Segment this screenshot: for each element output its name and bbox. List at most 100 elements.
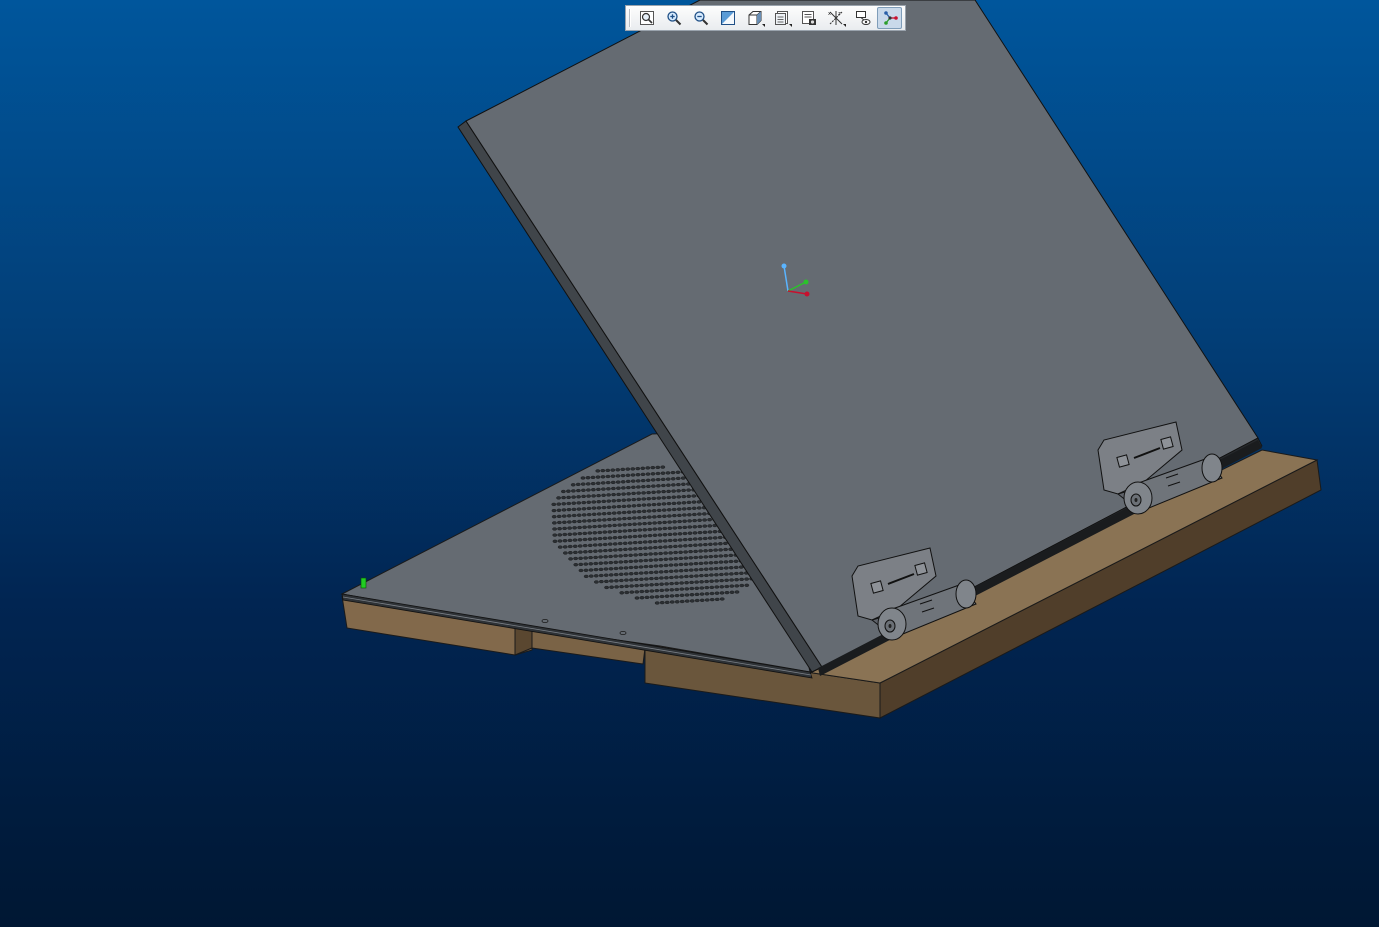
vent-hole xyxy=(712,530,718,534)
vent-hole xyxy=(684,593,690,597)
vent-hole xyxy=(724,572,729,576)
vent-hole xyxy=(633,565,639,569)
vent-hole xyxy=(587,537,593,541)
vent-hole xyxy=(654,601,660,605)
vent-hole xyxy=(581,494,586,498)
vent-hole xyxy=(679,581,684,585)
vent-hole xyxy=(629,584,634,588)
vent-hole xyxy=(595,469,601,473)
vent-hole xyxy=(615,468,621,472)
vent-hole xyxy=(596,506,602,510)
vent-hole xyxy=(698,549,703,553)
vent-hole xyxy=(644,589,650,593)
view-manager-icon xyxy=(801,11,816,25)
vent-hole xyxy=(556,514,562,518)
vent-hole xyxy=(583,574,589,578)
vent-hole xyxy=(638,559,644,563)
vent-hole xyxy=(660,477,666,481)
vent-hole xyxy=(635,479,641,483)
vent-hole xyxy=(597,536,603,541)
vent-hole xyxy=(679,575,684,579)
vent-hole xyxy=(659,576,664,580)
vent-hole xyxy=(646,491,651,495)
zoom-out-icon xyxy=(693,11,708,26)
vent-hole xyxy=(681,488,686,492)
vent-hole xyxy=(618,566,624,570)
vent-hole xyxy=(643,552,648,556)
vent-hole xyxy=(649,583,654,587)
vent-hole xyxy=(636,510,642,514)
vent-hole xyxy=(618,572,624,576)
vent-hole xyxy=(679,599,685,604)
model-scene[interactable] xyxy=(0,0,1379,927)
vent-hole xyxy=(672,538,678,542)
zoom-out-button[interactable] xyxy=(688,7,713,29)
vent-hole xyxy=(618,548,623,552)
vent-hole xyxy=(694,580,699,584)
vent-hole xyxy=(666,483,671,487)
vent-hole xyxy=(704,579,709,584)
vent-hole xyxy=(572,544,578,548)
vent-hole xyxy=(651,503,657,507)
display-style-cube-icon xyxy=(748,11,761,25)
vent-hole xyxy=(674,600,680,604)
vent-hole xyxy=(561,489,566,494)
vent-hole xyxy=(688,543,693,548)
zoom-in-button[interactable] xyxy=(661,7,686,29)
vent-hole xyxy=(551,509,557,513)
vent-hole xyxy=(552,533,558,537)
vent-hole xyxy=(702,512,707,516)
refit-view-button[interactable] xyxy=(634,7,659,29)
vent-hole xyxy=(641,485,646,489)
repaint-button[interactable] xyxy=(715,7,740,29)
vent-hole xyxy=(635,467,641,471)
vent-hole xyxy=(678,544,683,548)
vent-hole xyxy=(707,524,713,528)
vent-hole xyxy=(593,561,599,566)
vent-hole xyxy=(621,504,627,508)
vent-hole xyxy=(728,553,734,557)
vent-hole xyxy=(609,585,614,589)
vent-hole xyxy=(625,473,631,477)
vent-hole xyxy=(638,546,643,551)
vent-hole xyxy=(713,542,718,546)
vent-hole xyxy=(618,560,624,564)
vent-hole xyxy=(683,556,689,560)
annotation-display-button[interactable] xyxy=(850,7,875,29)
vent-hole xyxy=(676,495,682,499)
vent-hole xyxy=(653,570,659,574)
vent-hole xyxy=(562,539,568,543)
vent-hole xyxy=(688,549,693,554)
vent-hole xyxy=(627,516,632,520)
vent-hole xyxy=(611,493,616,497)
vent-hole xyxy=(709,591,715,596)
vent-hole xyxy=(692,531,698,535)
vent-hole xyxy=(561,508,567,512)
vent-hole xyxy=(588,549,593,554)
view-manager-button[interactable] xyxy=(796,7,821,29)
vent-hole xyxy=(653,545,658,550)
vent-hole xyxy=(606,511,612,515)
graphics-area[interactable]: x z xyxy=(0,0,1379,927)
saved-views-button[interactable] xyxy=(769,7,794,29)
vent-hole xyxy=(598,549,603,553)
vent-hole xyxy=(614,585,619,589)
vent-hole xyxy=(637,534,643,538)
vent-hole xyxy=(577,525,582,530)
vent-hole xyxy=(663,551,668,555)
vent-hole xyxy=(668,545,673,549)
vent-hole xyxy=(641,509,647,513)
display-style-button[interactable] xyxy=(742,7,767,29)
vent-hole xyxy=(605,474,611,479)
vent-hole xyxy=(592,518,597,523)
vent-hole xyxy=(648,546,653,550)
vent-hole xyxy=(679,593,685,597)
vent-hole xyxy=(656,490,661,494)
datum-display-button[interactable]: x z xyxy=(823,7,848,29)
vent-hole xyxy=(687,525,693,529)
spin-center-button[interactable] xyxy=(877,7,902,29)
vent-hole xyxy=(670,471,676,475)
vent-hole xyxy=(567,526,572,530)
vent-hole xyxy=(597,518,602,522)
vent-hole xyxy=(587,543,593,547)
